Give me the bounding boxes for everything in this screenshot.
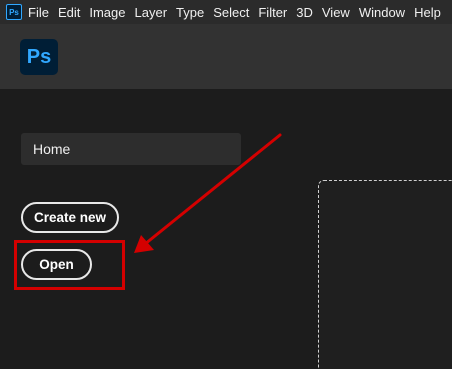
annotation-arrow-icon	[134, 133, 282, 253]
